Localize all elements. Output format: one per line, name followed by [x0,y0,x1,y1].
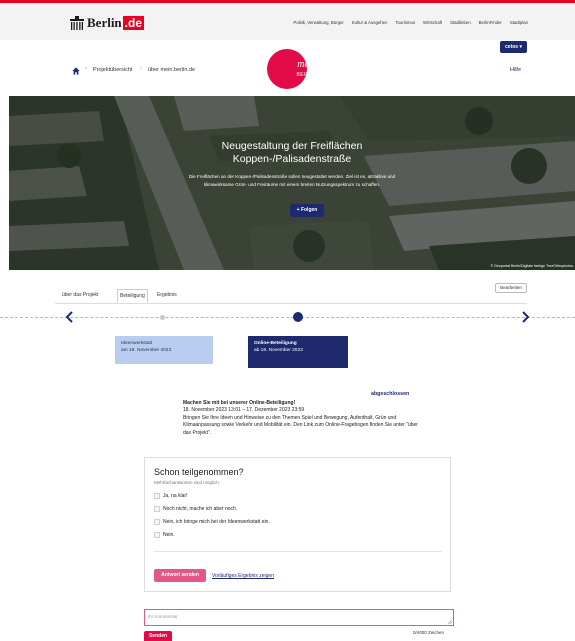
top-navigation: Politik, Verwaltung, Bürger Kultur & Aus… [293,20,528,25]
poll-option-label: Noch nicht, mache ich aber noch. [163,506,238,512]
topnav-link[interactable]: Stadtleben [450,20,471,25]
logo-line1: mein [297,59,317,70]
topnav-link[interactable]: Wirtschaft [423,20,442,25]
logo-line2: BERLIN [296,72,318,78]
phase-status: abgeschlossen [371,391,410,397]
phase-title: Ideenwerkstatt [121,341,153,346]
poll-option[interactable]: Ja, na klar! [154,493,187,499]
mein-berlin-logo[interactable]: mein BERLIN [267,49,317,89]
phase-info-body: Bringen Sie Ihre Ideen und Hinweise zu d… [183,414,418,437]
project-hero: Neugestaltung der Freiflächen Koppen-/Pa… [9,96,575,270]
phase-date: ab 18. November 2023 [254,348,303,353]
topnav-link[interactable]: Tourismus [395,20,415,25]
project-description: Die Freiflächen an der Koppen-/Palisaden… [188,174,396,187]
tab-result[interactable]: Ergebnis [157,292,177,298]
phase-card-ideenwerkstatt[interactable]: Ideenwerkstatt am 18. November 2023 [115,336,213,364]
poll-option[interactable]: Noch nicht, mache ich aber noch. [154,506,237,512]
topnav-link[interactable]: Politik, Verwaltung, Bürger [293,20,343,25]
breadcrumb-projects[interactable]: Projektübersicht [93,67,132,73]
breadcrumb-separator: › [140,66,142,72]
topnav-link[interactable]: BerlinFinder [479,20,502,25]
poll-option-label: Nein. [163,532,175,538]
character-count: 0/4000 Zeichen [413,630,445,635]
timeline-dot-online-beteiligung[interactable] [293,312,303,322]
breadcrumb-separator: › [85,66,87,72]
logo-word: Berlin [87,15,122,30]
tabs-divider [55,303,527,304]
submit-answer-button[interactable]: Antwort senden [154,569,206,582]
user-menu-button[interactable]: cetos ▾ [500,41,527,53]
send-comment-button[interactable]: Senden [144,631,172,641]
poll-hint: Mehrfachantworten sind möglich. [154,480,221,485]
brandenburg-gate-icon [70,16,84,30]
berlin-logo[interactable]: Berlin .de [70,14,145,32]
chevron-right-icon[interactable] [520,311,530,323]
project-title-line2: Koppen-/Palisadenstraße [232,153,352,165]
poll-option[interactable]: Nein. [154,532,175,538]
phase-info-dates: 18. November 2023 13:01 – 17. Dezember 2… [183,407,305,413]
site-header: › Projektübersicht › über mein.berlin.de… [0,40,575,95]
timeline-track [0,317,575,318]
chevron-left-icon[interactable] [65,311,75,323]
project-title-line1: Neugestaltung der Freiflächen [221,140,363,152]
poll-option[interactable]: Nein, ich bringe mich bei der Ideenwerks… [154,519,270,525]
timeline-dot-ideenwerkstatt[interactable] [160,315,165,320]
phase-card-online-beteiligung[interactable]: Online-Beteiligung ab 18. November 2023 [248,336,348,368]
help-link[interactable]: Hilfe [510,67,521,73]
phase-info-title: Machen Sie mit bei unserer Online-Beteil… [183,400,296,406]
poll-option-label: Ja, na klar! [163,493,188,499]
topnav-link[interactable]: Kultur & Ausgehen [352,20,388,25]
berlin-top-bar: Berlin .de Politik, Verwaltung, Bürger K… [0,0,575,40]
tab-participation[interactable]: Beteiligung [117,289,148,303]
checkbox[interactable] [154,493,160,499]
follow-button[interactable]: + Folgen [290,204,324,217]
comment-input[interactable]: Ihr Kommentar [144,609,454,626]
checkbox[interactable] [154,519,160,525]
tab-about-project[interactable]: über das Projekt [62,292,98,298]
resize-handle-icon[interactable] [447,619,452,624]
phase-date: am 18. November 2023 [121,348,172,353]
checkbox[interactable] [154,506,160,512]
image-credit: © Geoportal Berlin/Digitale farbige True… [490,264,573,268]
topnav-link[interactable]: Stadtplan [510,20,528,25]
edit-button[interactable]: Bearbeiten [495,283,527,293]
phase-title: Online-Beteiligung [254,341,297,346]
checkbox[interactable] [154,532,160,538]
poll-divider [154,551,442,552]
comment-placeholder: Ihr Kommentar [148,614,178,619]
show-results-link[interactable]: Vorläufiges Ergebnis zeigen [212,573,274,579]
poll-option-label: Nein, ich bringe mich bei der Ideenwerks… [163,519,270,525]
poll-card: Schon teilgenommen? Mehrfachantworten si… [144,457,451,592]
breadcrumb-about[interactable]: über mein.berlin.de [148,67,195,73]
logo-suffix: .de [122,16,145,30]
home-icon[interactable] [72,67,80,75]
phase-info-text: 18. November 2023 13:01 – 17. Dezember 2… [183,407,423,438]
poll-question: Schon teilgenommen? [154,467,244,477]
